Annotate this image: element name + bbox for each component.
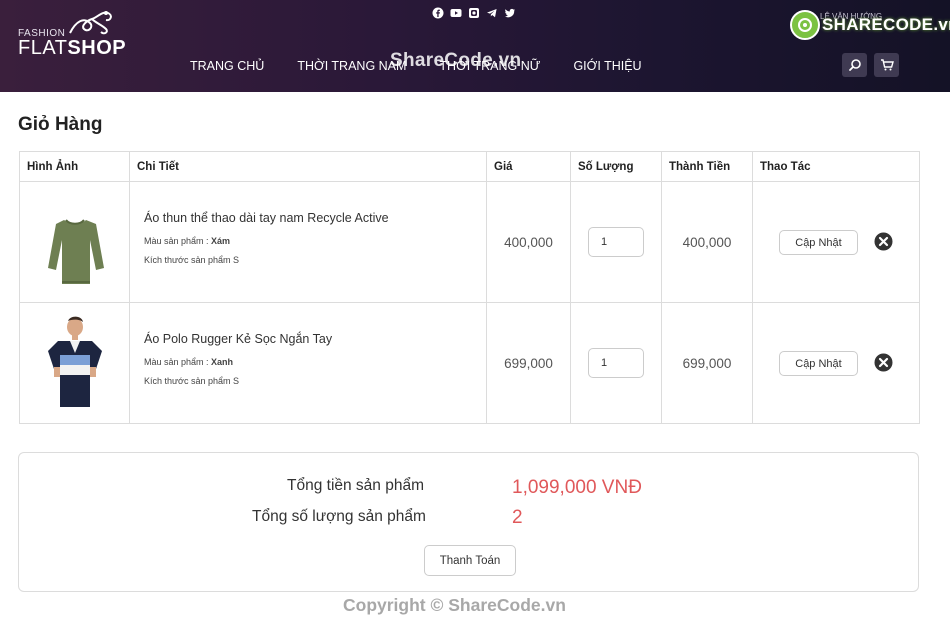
copyright-watermark: Copyright © ShareCode.vn [343, 595, 566, 615]
nav-item-about[interactable]: GIỚI THIỆU [573, 59, 641, 73]
update-button[interactable]: Cập Nhật [779, 351, 858, 376]
nav-item-home[interactable]: TRANG CHỦ [190, 59, 264, 73]
col-header-details: Chi Tiết [129, 151, 487, 182]
instagram-icon[interactable] [468, 6, 480, 18]
actions-cell: Cập Nhật [752, 181, 920, 303]
cart-icon [880, 59, 894, 71]
table-header-row: Hình Ảnh Chi Tiết Giá Số Lượng Thành Tiề… [19, 151, 920, 182]
site-header: FASHION FLATSHOP LÊ VĂN HƯỚNG TRANG CHỦ … [0, 0, 950, 92]
quantity-cell [570, 181, 662, 303]
product-name[interactable]: Áo Polo Rugger Kẻ Sọc Ngắn Tay [144, 332, 486, 346]
telegram-icon[interactable] [486, 6, 498, 18]
sharecode-logo-icon [790, 10, 820, 40]
product-details-cell: Áo Polo Rugger Kẻ Sọc Ngắn Tay Màu sản p… [129, 302, 487, 424]
facebook-icon[interactable] [432, 6, 444, 19]
quantity-input[interactable] [588, 348, 644, 378]
col-header-quantity: Số Lượng [570, 151, 662, 182]
logo-brand-text: FLATSHOP [18, 37, 127, 59]
total-count-label: Tổng số lượng sản phẩm [252, 508, 426, 525]
total-amount-label: Tổng tiền sản phẩm [287, 477, 425, 494]
table-row: Áo Polo Rugger Kẻ Sọc Ngắn Tay Màu sản p… [19, 302, 920, 424]
search-button[interactable] [842, 53, 867, 77]
col-header-actions: Thao Tác [752, 151, 920, 182]
watermark-text: ShareCode.vn [390, 50, 522, 71]
col-header-image: Hình Ảnh [19, 151, 130, 182]
product-image-cell [19, 302, 130, 424]
col-header-price: Giá [486, 151, 571, 182]
remove-icon[interactable] [874, 232, 893, 251]
quantity-input[interactable] [588, 227, 644, 257]
total-amount-value: 1,099,000 VNĐ [512, 477, 642, 498]
product-image-cell [19, 181, 130, 303]
cart-table: Hình Ảnh Chi Tiết Giá Số Lượng Thành Tiề… [19, 151, 920, 424]
product-size: Kích thước sản phẩm S [144, 375, 239, 386]
sharecode-badge: SHARECODE.vn [790, 10, 950, 40]
product-color: Màu sản phẩm : Xanh [144, 356, 234, 367]
product-image-longsleeve[interactable] [40, 192, 110, 292]
flourish-logo-icon [69, 11, 112, 35]
actions-cell: Cập Nhật [752, 302, 920, 424]
cart-summary: Tổng tiền sản phẩm 1,099,000 VNĐ Tổng số… [18, 452, 919, 592]
update-button[interactable]: Cập Nhật [779, 230, 858, 255]
remove-icon[interactable] [874, 353, 893, 372]
sharecode-badge-text: SHARECODE.vn [822, 15, 950, 34]
product-name[interactable]: Áo thun thể thao dài tay nam Recycle Act… [144, 211, 486, 225]
total-count-value: 2 [512, 507, 523, 528]
search-icon [848, 59, 861, 71]
col-header-subtotal: Thành Tiền [661, 151, 753, 182]
page-title: Giỏ Hàng [18, 114, 103, 135]
quantity-cell [570, 302, 662, 424]
product-color: Màu sản phẩm : Xám [144, 235, 231, 246]
youtube-icon[interactable] [450, 6, 462, 18]
product-price: 699,000 [486, 302, 571, 424]
twitter-icon[interactable] [504, 6, 516, 18]
product-price: 400,000 [486, 181, 571, 303]
checkout-button[interactable]: Thanh Toán [424, 545, 516, 576]
product-subtotal: 400,000 [661, 181, 753, 303]
product-details-cell: Áo thun thể thao dài tay nam Recycle Act… [129, 181, 487, 303]
product-size: Kích thước sản phẩm S [144, 254, 239, 265]
product-subtotal: 699,000 [661, 302, 753, 424]
table-row: Áo thun thể thao dài tay nam Recycle Act… [19, 181, 920, 303]
cart-button[interactable] [874, 53, 899, 77]
social-links [432, 6, 516, 19]
product-image-polo[interactable] [40, 313, 110, 413]
